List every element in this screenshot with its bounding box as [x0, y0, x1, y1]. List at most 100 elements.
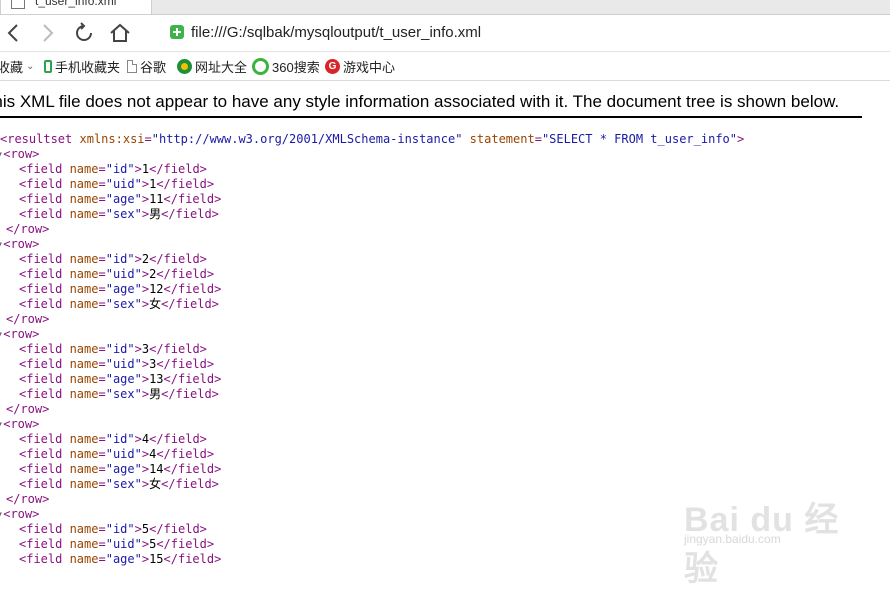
xml-field-line: <field name="uid">2</field> — [19, 267, 215, 281]
xml-field-line: <field name="uid">5</field> — [19, 537, 215, 551]
forward-button[interactable] — [33, 19, 61, 47]
xml-field-name: "id" — [105, 162, 135, 176]
bookmark-game-center[interactable]: G 游戏中心 — [325, 57, 395, 75]
xml-style-notice: This XML file does not appear to have an… — [0, 92, 840, 111]
xml-row-close: </row> — [6, 222, 50, 236]
xml-field-name: "uid" — [105, 177, 142, 191]
xml-field-value: 4 — [141, 432, 150, 446]
xml-root-open-line: <resultset xmlns:xsi="http://www.w3.org/… — [0, 132, 745, 146]
xml-field-value: 15 — [149, 552, 164, 566]
xml-field-value: 男 — [149, 207, 162, 221]
xml-field-name: "sex" — [105, 297, 142, 311]
xml-field-name: "id" — [105, 522, 135, 536]
xml-field-name: "id" — [105, 342, 135, 356]
xml-field-value: 5 — [141, 522, 150, 536]
bookmark-mobile[interactable]: 手机收藏夹 — [44, 57, 120, 75]
xml-field-line: <field name="age">14</field> — [19, 462, 222, 476]
xml-field-name: "sex" — [105, 387, 142, 401]
xml-field-line: <field name="uid">3</field> — [19, 357, 215, 371]
bookmark-label: 网址大全 — [195, 59, 248, 75]
search-icon — [252, 57, 269, 75]
baidu-jingyan-watermark: Bai du 经验 jingyan.baidu.com — [684, 488, 854, 588]
back-button[interactable] — [0, 19, 28, 47]
browser-tab[interactable]: t_user_info.xml — [0, 0, 152, 14]
xml-field-name: "sex" — [105, 207, 142, 221]
forward-arrow-icon — [43, 24, 54, 42]
xml-field-name: "id" — [105, 432, 135, 446]
xml-field-line: <field name="uid">1</field> — [19, 177, 215, 191]
bookmark-label: 手机收藏夹 — [55, 59, 121, 75]
phone-icon — [44, 59, 52, 73]
bookmark-favorites[interactable]: 收藏 ⌄ — [0, 57, 34, 75]
compass-icon — [177, 58, 192, 74]
url-text[interactable]: file:///G:/sqlbak/mysqloutput/t_user_inf… — [191, 24, 481, 41]
page-icon — [127, 59, 137, 73]
bookmark-360-search[interactable]: 360搜索 — [252, 57, 320, 75]
address-bar[interactable]: file:///G:/sqlbak/mysqloutput/t_user_inf… — [160, 19, 880, 47]
refresh-button[interactable] — [70, 19, 98, 47]
header-divider — [0, 116, 862, 118]
xml-field-value: 1 — [141, 162, 150, 176]
xml-attr-name: xmlns:xsi — [79, 132, 145, 146]
tab-strip: t_user_info.xml — [0, 0, 890, 15]
xml-field-value: 女 — [149, 477, 162, 491]
bookmark-label: 游戏中心 — [343, 59, 396, 75]
xml-field-value: 14 — [149, 462, 164, 476]
bookmark-label: 360搜索 — [272, 59, 320, 75]
xml-field-line: <field name="sex">女</field> — [19, 477, 219, 491]
xml-row-close: </row> — [6, 492, 50, 506]
xml-attr-value: "SELECT * FROM t_user_info" — [541, 132, 738, 146]
xml-field-value: 男 — [149, 387, 162, 401]
xml-field-value: 13 — [149, 372, 164, 386]
xml-field-line: <field name="id">4</field> — [19, 432, 207, 446]
xml-field-name: "age" — [105, 462, 142, 476]
xml-row-open[interactable]: ▾<row> — [0, 147, 39, 162]
bookmarks-bar: 收藏 ⌄ 手机收藏夹 谷歌 网址大全 360搜索 G 游戏中心 — [0, 52, 890, 81]
xml-field-line: <field name="sex">男</field> — [19, 387, 219, 401]
xml-field-line: <field name="id">1</field> — [19, 162, 207, 176]
xml-row-open[interactable]: ▾<row> — [0, 507, 39, 522]
bookmark-label: 收藏 — [0, 59, 24, 75]
xml-viewer-header: This XML file does not appear to have an… — [0, 81, 890, 117]
xml-field-line: <field name="id">2</field> — [19, 252, 207, 266]
bookmark-google[interactable]: 谷歌 — [127, 57, 166, 75]
bookmark-label: 谷歌 — [140, 59, 167, 75]
xml-row-close: </row> — [6, 312, 50, 326]
xml-root-tag: resultset — [7, 132, 73, 146]
home-icon — [110, 23, 130, 42]
site-info-icon[interactable] — [170, 25, 184, 39]
xml-field-value: 11 — [149, 192, 164, 206]
xml-field-name: "id" — [105, 252, 135, 266]
watermark-sub: jingyan.baidu.com — [684, 532, 781, 546]
bookmark-url-directory[interactable]: 网址大全 — [177, 57, 247, 75]
xml-field-value: 2 — [141, 252, 150, 266]
xml-row-open[interactable]: ▾<row> — [0, 327, 39, 342]
xml-field-value: 女 — [149, 297, 162, 311]
xml-row-open[interactable]: ▾<row> — [0, 417, 39, 432]
xml-field-line: <field name="sex">女</field> — [19, 297, 219, 311]
xml-field-line: <field name="uid">4</field> — [19, 447, 215, 461]
xml-field-name: "age" — [105, 192, 142, 206]
xml-attr-name: statement — [469, 132, 535, 146]
xml-field-name: "age" — [105, 372, 142, 386]
refresh-icon — [76, 22, 92, 41]
xml-field-name: "uid" — [105, 537, 142, 551]
xml-row-open[interactable]: ▾<row> — [0, 237, 39, 252]
back-arrow-icon — [7, 24, 18, 42]
page-icon — [11, 0, 25, 9]
xml-field-value: 3 — [141, 342, 150, 356]
xml-field-name: "uid" — [105, 447, 142, 461]
xml-attr-value: "http://www.w3.org/2001/XMLSchema-instan… — [151, 132, 463, 146]
home-button[interactable] — [106, 19, 134, 47]
xml-field-line: <field name="age">13</field> — [19, 372, 222, 386]
xml-row-close: </row> — [6, 402, 50, 416]
xml-field-line: <field name="age">11</field> — [19, 192, 222, 206]
chevron-down-icon: ⌄ — [26, 60, 35, 72]
xml-field-line: <field name="age">12</field> — [19, 282, 222, 296]
xml-field-name: "uid" — [105, 267, 142, 281]
xml-field-line: <field name="sex">男</field> — [19, 207, 219, 221]
xml-field-name: "sex" — [105, 477, 142, 491]
xml-field-name: "age" — [105, 552, 142, 566]
xml-field-name: "uid" — [105, 357, 142, 371]
game-icon: G — [325, 58, 340, 74]
